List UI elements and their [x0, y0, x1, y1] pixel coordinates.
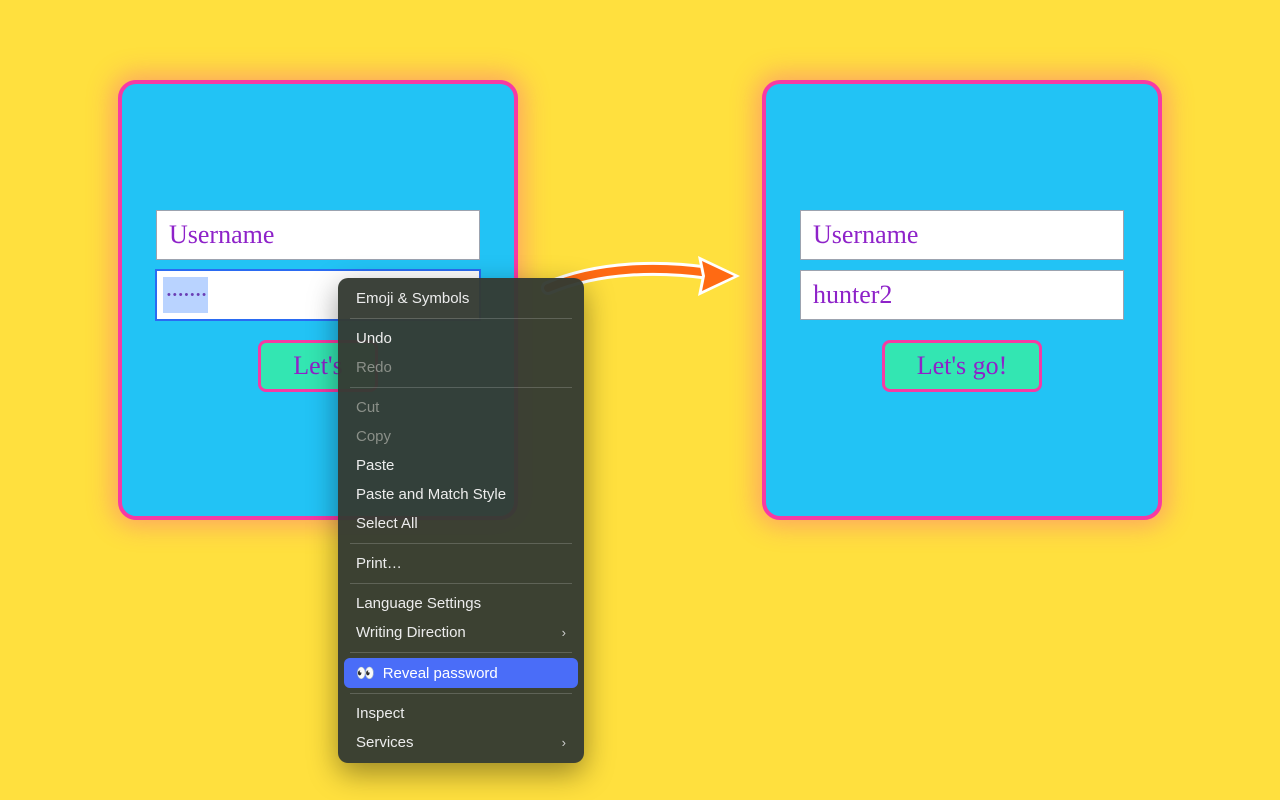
context-menu-item-copy: Copy	[338, 422, 584, 451]
password-masked-value: •••••••	[163, 277, 208, 313]
context-menu-item-label: Emoji & Symbols	[356, 290, 469, 307]
context-menu-item-label: Print…	[356, 555, 402, 572]
context-menu-item-cut: Cut	[338, 393, 584, 422]
context-menu-item-emoji-symbols[interactable]: Emoji & Symbols	[338, 284, 584, 313]
context-menu-separator	[350, 387, 572, 388]
username-input[interactable]	[156, 210, 480, 260]
context-menu-item-label: Select All	[356, 515, 418, 532]
context-menu-item-label: Services	[356, 734, 414, 751]
password-input-revealed[interactable]	[800, 270, 1124, 320]
context-menu-item-reveal-password[interactable]: 👀 Reveal password	[344, 658, 578, 688]
chevron-right-icon: ›	[562, 625, 566, 640]
context-menu-item-label: Undo	[356, 330, 392, 347]
context-menu: Emoji & Symbols Undo Redo Cut Copy Paste Paste…	[338, 278, 584, 763]
context-menu-item-undo[interactable]: Undo	[338, 324, 584, 353]
context-menu-separator	[350, 583, 572, 584]
context-menu-item-label: Inspect	[356, 705, 404, 722]
context-menu-item-label: Writing Direction	[356, 624, 466, 641]
context-menu-separator	[350, 543, 572, 544]
context-menu-item-redo: Redo	[338, 353, 584, 382]
context-menu-item-label: Copy	[356, 428, 391, 445]
context-menu-item-print[interactable]: Print…	[338, 549, 584, 578]
context-menu-item-inspect[interactable]: Inspect	[338, 699, 584, 728]
context-menu-item-select-all[interactable]: Select All	[338, 509, 584, 538]
eyes-icon: 👀	[356, 665, 375, 682]
context-menu-item-writing-direction[interactable]: Writing Direction ›	[338, 618, 584, 647]
context-menu-item-language-settings[interactable]: Language Settings	[338, 589, 584, 618]
username-input[interactable]	[800, 210, 1124, 260]
chevron-right-icon: ›	[562, 735, 566, 750]
context-menu-item-paste[interactable]: Paste	[338, 451, 584, 480]
context-menu-item-label: Paste and Match Style	[356, 486, 506, 503]
context-menu-separator	[350, 693, 572, 694]
context-menu-item-label: Language Settings	[356, 595, 481, 612]
context-menu-item-label: Paste	[356, 457, 394, 474]
context-menu-item-label: Redo	[356, 359, 392, 376]
context-menu-item-label: Reveal password	[383, 665, 498, 682]
login-panel-after: Let's go!	[762, 80, 1162, 520]
context-menu-separator	[350, 318, 572, 319]
context-menu-separator	[350, 652, 572, 653]
context-menu-item-services[interactable]: Services ›	[338, 728, 584, 757]
context-menu-item-paste-and-match-style[interactable]: Paste and Match Style	[338, 480, 584, 509]
login-fields: Let's go!	[800, 210, 1124, 392]
context-menu-item-label: Cut	[356, 399, 379, 416]
submit-button[interactable]: Let's go!	[882, 340, 1043, 392]
